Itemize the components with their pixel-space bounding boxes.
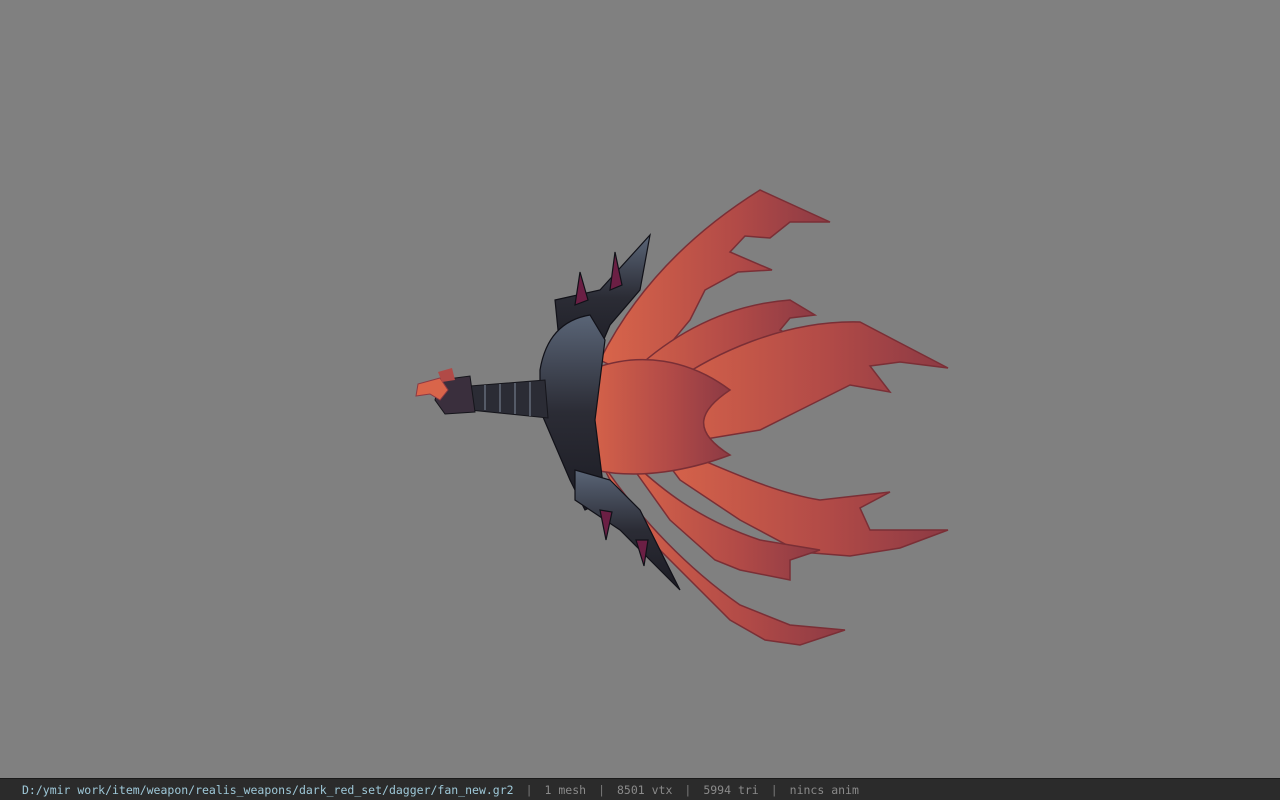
fan-weapon-model — [415, 189, 949, 646]
guard-small-spike-3 — [599, 509, 613, 541]
vertex-count: 8501 vtx — [617, 782, 673, 797]
status-bar: D:/ymir work/item/weapon/realis_weapons/… — [0, 778, 1280, 800]
status-separator: | — [525, 782, 533, 797]
3d-viewport[interactable] — [0, 0, 1280, 778]
guard-small-spike-4 — [635, 539, 649, 567]
triangle-count: 5994 tri — [703, 782, 759, 797]
handle-grip — [469, 379, 549, 419]
anim-status: nincs anim — [789, 782, 859, 797]
file-path: D:/ymir work/item/weapon/realis_weapons/… — [22, 782, 514, 797]
guard-small-spike-1 — [574, 271, 589, 306]
fan-handle — [415, 368, 549, 419]
guard-bottom-spike — [574, 469, 681, 591]
status-separator: | — [598, 782, 605, 797]
status-separator: | — [684, 782, 692, 797]
mesh-count: 1 mesh — [544, 782, 587, 797]
status-separator: | — [770, 782, 778, 797]
